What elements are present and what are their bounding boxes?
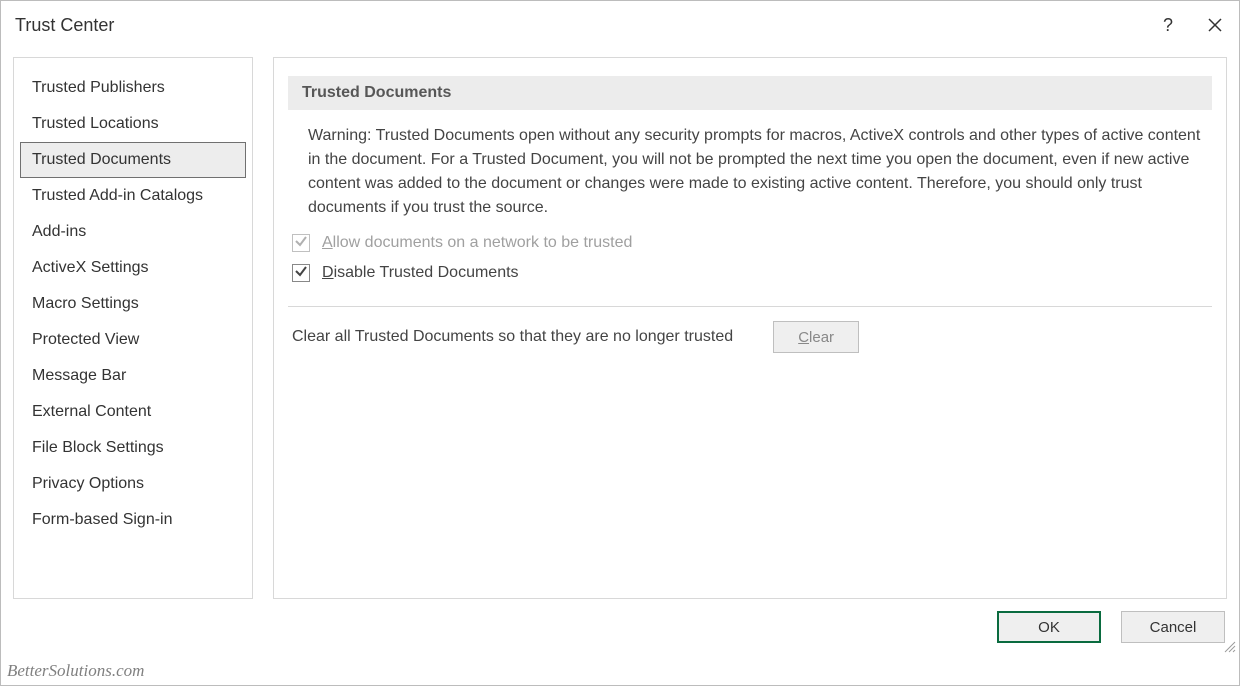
disable-trusted-checkbox[interactable] [292, 264, 310, 282]
sidebar-item-trusted-locations[interactable]: Trusted Locations [20, 106, 246, 142]
help-button[interactable]: ? [1163, 15, 1179, 36]
close-icon [1207, 17, 1223, 33]
sidebar-item-activex-settings[interactable]: ActiveX Settings [20, 250, 246, 286]
check-icon [294, 234, 308, 253]
cancel-button[interactable]: Cancel [1121, 611, 1225, 643]
disable-trusted-label: Disable Trusted Documents [322, 264, 519, 282]
resize-grip[interactable] [1222, 639, 1236, 653]
sidebar-item-file-block-settings[interactable]: File Block Settings [20, 430, 246, 466]
dialog-body: Trusted PublishersTrusted LocationsTrust… [1, 49, 1239, 599]
clear-trusted-label: Clear all Trusted Documents so that they… [292, 328, 733, 346]
clear-trusted-row: Clear all Trusted Documents so that they… [288, 321, 1212, 353]
dialog-footer: OK Cancel [997, 611, 1225, 643]
trust-center-dialog: Trust Center ? Trusted PublishersTrusted… [0, 0, 1240, 686]
watermark: BetterSolutions.com [7, 661, 144, 681]
sidebar-item-trusted-publishers[interactable]: Trusted Publishers [20, 70, 246, 106]
sidebar-item-trusted-documents[interactable]: Trusted Documents [20, 142, 246, 178]
allow-network-checkbox [292, 234, 310, 252]
section-header: Trusted Documents [288, 76, 1212, 110]
sidebar-item-macro-settings[interactable]: Macro Settings [20, 286, 246, 322]
window-title: Trust Center [15, 15, 114, 36]
allow-network-label: Allow documents on a network to be trust… [322, 234, 632, 252]
allow-network-checkbox-row: Allow documents on a network to be trust… [288, 228, 1212, 258]
check-icon [294, 264, 308, 283]
sidebar-item-message-bar[interactable]: Message Bar [20, 358, 246, 394]
sidebar-item-external-content[interactable]: External Content [20, 394, 246, 430]
warning-text: Warning: Trusted Documents open without … [288, 110, 1212, 228]
sidebar-item-privacy-options[interactable]: Privacy Options [20, 466, 246, 502]
divider [288, 306, 1212, 307]
sidebar-item-form-based-signin[interactable]: Form-based Sign-in [20, 502, 246, 538]
close-button[interactable] [1203, 13, 1227, 37]
sidebar-item-add-ins[interactable]: Add-ins [20, 214, 246, 250]
disable-trusted-checkbox-row[interactable]: Disable Trusted Documents [288, 258, 1212, 288]
clear-button: Clear [773, 321, 859, 353]
ok-button[interactable]: OK [997, 611, 1101, 643]
titlebar: Trust Center ? [1, 1, 1239, 49]
sidebar: Trusted PublishersTrusted LocationsTrust… [13, 57, 253, 599]
main-panel: Trusted Documents Warning: Trusted Docum… [273, 57, 1227, 599]
sidebar-item-trusted-addin-catalogs[interactable]: Trusted Add-in Catalogs [20, 178, 246, 214]
titlebar-buttons: ? [1163, 13, 1227, 37]
sidebar-item-protected-view[interactable]: Protected View [20, 322, 246, 358]
